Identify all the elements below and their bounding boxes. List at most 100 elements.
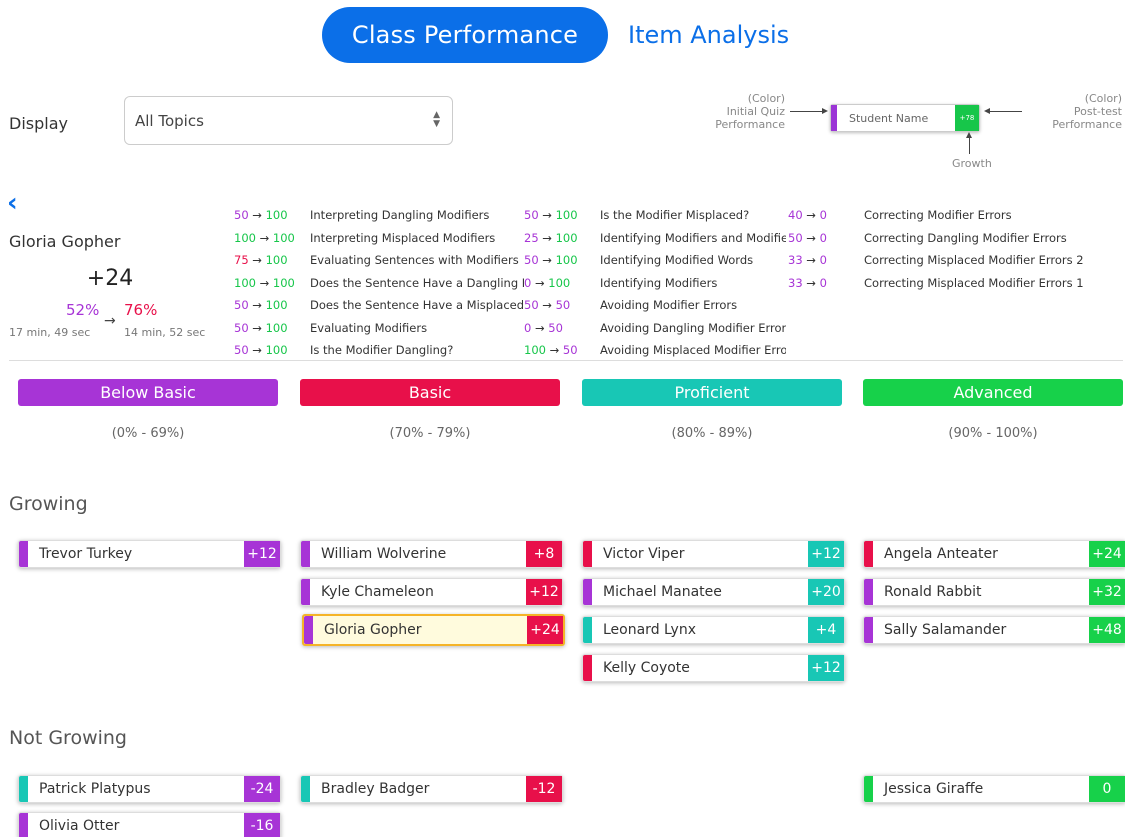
topic-pre-score: 50 xyxy=(234,320,249,335)
topic-arrow-icon: → xyxy=(531,320,549,335)
student-growth: +24 xyxy=(86,266,134,291)
topic-arrow-icon: → xyxy=(255,230,273,245)
card-color-bar xyxy=(301,579,310,605)
post-test-time: 14 min, 52 sec xyxy=(124,326,206,339)
topic-score: 50 → 100 xyxy=(234,298,310,321)
topic-row: 50 → 100 Evaluating Modifiers xyxy=(234,321,524,344)
topic-name: Interpreting Dangling Modifiers xyxy=(310,208,490,222)
topic-arrow-icon: → xyxy=(531,275,549,290)
topic-select[interactable]: All Topics ▲ ▼ xyxy=(124,96,453,145)
card-color-bar xyxy=(583,541,592,567)
back-chevron-icon[interactable]: ‹ xyxy=(7,190,18,216)
student-card[interactable]: Victor Viper +12 xyxy=(582,540,845,568)
topic-score: 50 → 100 xyxy=(234,208,310,231)
student-card[interactable]: Olivia Otter -16 xyxy=(18,812,281,837)
legend: (Color) Initial Quiz Performance Student… xyxy=(690,92,1125,172)
topic-pre-score: 100 xyxy=(234,230,256,245)
topic-row: 0 → 100 Identifying Modifiers xyxy=(524,276,786,299)
student-card-growth: +12 xyxy=(526,579,562,605)
topic-arrow-icon: → xyxy=(538,208,556,222)
card-color-bar xyxy=(864,579,873,605)
topic-pre-score: 33 xyxy=(788,253,803,267)
topic-post-score: 100 xyxy=(265,208,288,222)
topic-name: Evaluating Modifiers xyxy=(310,320,428,335)
topic-score: 0 → 50 xyxy=(524,321,600,344)
level-range: (90% - 100%) xyxy=(948,426,1038,441)
level-range: (70% - 79%) xyxy=(389,426,471,441)
legend-post-line1: (Color) xyxy=(1084,92,1122,105)
topic-row: 25 → 100 Identifying Modifiers and Modifi… xyxy=(524,231,786,254)
student-card[interactable]: Jessica Giraffe 0 xyxy=(863,775,1125,803)
topic-name: Does the Sentence Have a Dangling Modifi… xyxy=(310,275,524,290)
topic-post-score: 100 xyxy=(555,208,578,222)
tab-item-analysis[interactable]: Item Analysis xyxy=(628,21,789,49)
topic-score: 50 → 100 xyxy=(234,343,310,366)
topic-post-score: 100 xyxy=(272,230,295,245)
view-tabs: Class Performance Item Analysis xyxy=(322,7,789,63)
topic-pre-score: 50 xyxy=(234,298,249,312)
card-color-bar xyxy=(301,776,310,802)
topic-row: 50 → 100 Is the Modifier Misplaced? xyxy=(524,208,786,231)
student-card-name: Victor Viper xyxy=(603,546,685,562)
legend-initial-label: (Color) Initial Quiz Performance xyxy=(690,92,785,131)
topic-pre-score: 100 xyxy=(524,343,546,357)
topic-pre-score: 50 xyxy=(234,208,249,222)
student-card[interactable]: Leonard Lynx +4 xyxy=(582,616,845,644)
student-card-name: William Wolverine xyxy=(321,546,447,562)
student-card-growth: -16 xyxy=(244,813,280,837)
topic-row: 50 → 0 Correcting Dangling Modifier Error… xyxy=(788,231,1104,254)
topic-score: 0 → 100 xyxy=(524,276,600,299)
student-card-name: Olivia Otter xyxy=(39,818,120,834)
student-card[interactable]: Gloria Gopher +24 xyxy=(302,614,565,646)
topic-row: 33 → 0 Correcting Misplaced Modifier Erro… xyxy=(788,253,1104,276)
level-range: (0% - 69%) xyxy=(111,426,185,441)
level-advanced-bar: Advanced xyxy=(863,379,1123,406)
student-card-growth: +8 xyxy=(526,541,562,567)
topic-score: 33 → 0 xyxy=(788,276,864,299)
topic-score: 50 → 50 xyxy=(524,298,600,321)
topic-score: 33 → 0 xyxy=(788,253,864,276)
student-card[interactable]: Sally Salamander +48 xyxy=(863,616,1125,644)
student-card[interactable]: Trevor Turkey +12 xyxy=(18,540,281,568)
student-card[interactable]: Michael Manatee +20 xyxy=(582,578,845,606)
student-card[interactable]: Kelly Coyote +12 xyxy=(582,654,845,682)
legend-initial-line2: Initial Quiz xyxy=(726,105,785,118)
topics-column-3: 40 → 0 Correcting Modifier Errors 50 → 0 Co… xyxy=(788,208,1104,298)
student-card-growth: +20 xyxy=(808,579,844,605)
topic-row: 50 → 100 Is the Modifier Dangling? xyxy=(234,343,524,366)
student-card-growth: +24 xyxy=(527,616,563,644)
topic-pre-score: 100 xyxy=(234,275,256,290)
tab-class-performance[interactable]: Class Performance xyxy=(322,7,608,63)
card-color-bar xyxy=(864,617,873,643)
topic-post-score: 50 xyxy=(548,320,563,335)
student-card[interactable]: Kyle Chameleon +12 xyxy=(300,578,563,606)
student-card[interactable]: Patrick Platypus -24 xyxy=(18,775,281,803)
topic-name: Identifying Modifiers and Modified Words xyxy=(600,230,786,245)
topic-row: 33 → 0 Correcting Misplaced Modifier Erro… xyxy=(788,276,1104,299)
topic-select-value: All Topics xyxy=(135,111,204,130)
topic-name: Evaluating Sentences with Modifiers xyxy=(310,253,519,267)
legend-post-line2: Post-test xyxy=(1073,105,1122,118)
student-card-name: Jessica Giraffe xyxy=(884,781,984,797)
topic-post-score: 100 xyxy=(555,253,578,267)
student-card[interactable]: Bradley Badger -12 xyxy=(300,775,563,803)
topic-arrow-icon: → xyxy=(538,253,556,267)
topic-score: 50 → 100 xyxy=(524,208,600,231)
legend-initial-line3: Performance xyxy=(715,118,785,131)
card-color-bar xyxy=(583,617,592,643)
topic-arrow-icon: → xyxy=(802,230,820,245)
topic-score: 25 → 100 xyxy=(524,231,600,254)
legend-card-score: +78 xyxy=(955,105,979,131)
student-card[interactable]: William Wolverine +8 xyxy=(300,540,563,568)
section-growing-title: Growing xyxy=(9,493,88,515)
student-card[interactable]: Ronald Rabbit +32 xyxy=(863,578,1125,606)
topic-arrow-icon: → xyxy=(248,208,266,222)
student-card-name: Kelly Coyote xyxy=(603,660,690,676)
topic-post-score: 50 xyxy=(562,343,578,357)
topic-post-score: 100 xyxy=(272,275,295,290)
student-card[interactable]: Angela Anteater +24 xyxy=(863,540,1125,568)
topic-pre-score: 40 xyxy=(788,208,803,222)
student-card-growth: +4 xyxy=(808,617,844,643)
topic-post-score: 100 xyxy=(265,298,288,312)
level-proficient-bar: Proficient xyxy=(582,379,842,406)
